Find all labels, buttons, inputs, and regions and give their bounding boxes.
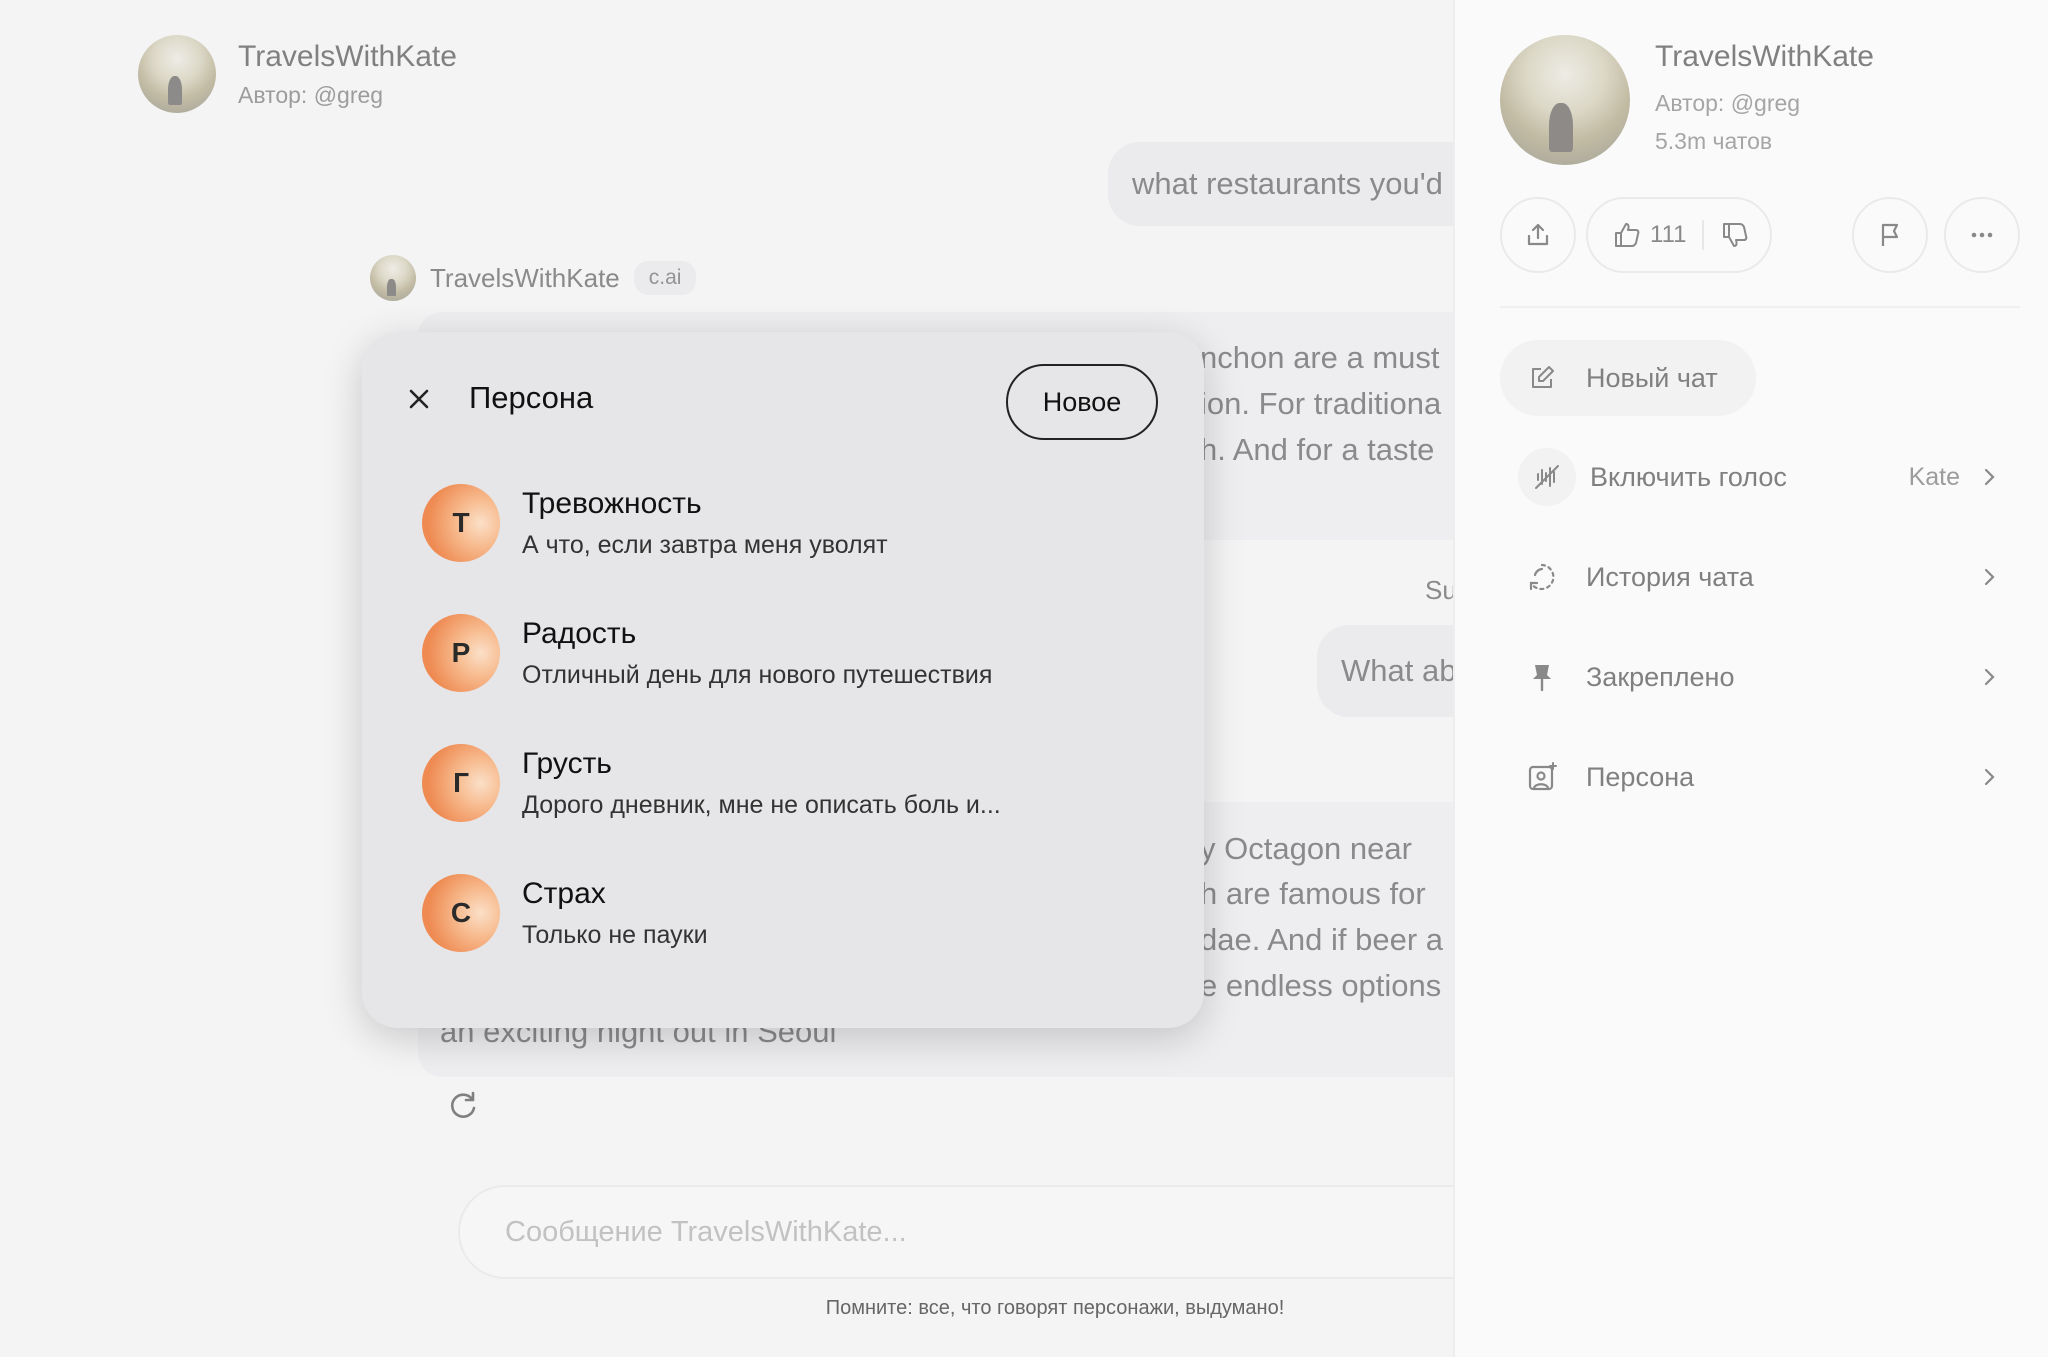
persona-menu-label: Персона — [1586, 761, 1695, 792]
close-icon[interactable] — [404, 384, 434, 414]
chat-area: TravelsWithKate Автор: @greg what restau… — [0, 0, 1453, 1357]
pinned-item[interactable]: Закреплено — [1500, 640, 2000, 714]
bot-message-header: TravelsWithKate c.ai — [370, 255, 697, 301]
persona-popup-title: Персона — [469, 380, 594, 415]
character-name[interactable]: TravelsWithKate — [238, 40, 457, 74]
rating-group: 111 — [1586, 197, 1772, 273]
bot-message-line: dae. And if beer a — [1200, 922, 1444, 957]
swipe-label: Su — [1425, 575, 1453, 605]
disclaimer: Помните: все, что говорят персонажи, выд… — [825, 1297, 1285, 1319]
character-sidebar: TravelsWithKate Автор: @greg 5.3m чатов … — [1453, 0, 2048, 1357]
persona-name: Страх — [522, 876, 606, 910]
chevron-right-icon — [1984, 668, 1995, 686]
more-options-button[interactable] — [1944, 197, 2020, 273]
regenerate-icon[interactable] — [448, 1090, 478, 1122]
bot-avatar — [370, 255, 416, 301]
chat-history-item[interactable]: История чата — [1500, 540, 2000, 614]
report-button[interactable] — [1852, 197, 1928, 273]
persona-avatar: Р — [422, 614, 500, 692]
voice-off-icon — [1535, 465, 1559, 489]
voice-value: Kate — [1908, 462, 1960, 491]
user-message-text: what restaurants you'd — [1132, 166, 1443, 201]
message-input-placeholder: Сообщение TravelsWithKate... — [505, 1215, 907, 1248]
sidebar-character-author[interactable]: Автор: @greg — [1655, 90, 1800, 117]
character-author: Автор: @greg — [238, 81, 384, 108]
user-message: What ab — [1317, 625, 1453, 717]
persona-name: Тревожность — [522, 486, 702, 520]
edit-icon — [1532, 366, 1554, 388]
new-persona-button[interactable]: Новое — [1006, 364, 1158, 440]
chevron-right-icon — [1984, 768, 1995, 786]
bot-message-line: h are famous for — [1200, 876, 1426, 911]
voice-toggle[interactable]: Включить голос Kate — [1500, 440, 2000, 514]
history-icon — [1529, 563, 1555, 591]
persona-item[interactable]: Г Грусть Дорого дневник, мне не описать … — [422, 733, 1142, 833]
persona-description: Отличный день для нового путешествия — [522, 660, 993, 689]
persona-name: Грусть — [522, 746, 612, 780]
pin-icon — [1533, 665, 1551, 692]
sidebar-character-avatar — [1500, 35, 1630, 165]
persona-item[interactable]: Т Тревожность А что, если завтра меня ув… — [422, 473, 1142, 573]
persona-name: Радость — [522, 616, 637, 650]
new-chat-label: Новый чат — [1586, 362, 1718, 393]
sidebar-divider — [1500, 306, 2020, 308]
thumbs-up-icon[interactable] — [1612, 220, 1642, 250]
bot-message-line: ion. For traditiona — [1200, 386, 1442, 421]
flag-icon — [1881, 223, 1899, 246]
bot-message-line: nchon are a must — [1200, 340, 1440, 375]
share-icon — [1527, 223, 1549, 246]
bot-name: TravelsWithKate — [430, 262, 620, 293]
chevron-right-icon — [1984, 468, 1995, 486]
persona-menu-item[interactable]: Персона — [1500, 740, 2000, 814]
sidebar-character-name: TravelsWithKate — [1655, 40, 1874, 73]
persona-popup: Персона Новое Т Тревожность А что, если … — [362, 332, 1204, 1028]
character-avatar[interactable] — [138, 35, 216, 113]
user-message-text: What ab — [1341, 653, 1453, 688]
chat-header: TravelsWithKate Автор: @greg — [138, 35, 457, 113]
persona-description: А что, если завтра меня уволят — [522, 530, 888, 559]
pinned-label: Закреплено — [1586, 661, 1735, 692]
persona-icon — [1528, 762, 1557, 791]
bot-message-line: h. And for a taste — [1200, 432, 1435, 467]
chevron-right-icon — [1984, 568, 1995, 586]
user-message: what restaurants you'd — [1108, 142, 1453, 226]
persona-avatar: Г — [422, 744, 500, 822]
persona-avatar: Т — [422, 484, 500, 562]
more-icon — [1971, 232, 1993, 238]
bot-message-line: e endless options — [1200, 968, 1442, 1003]
persona-description: Дорого дневник, мне не описать боль и... — [522, 790, 1001, 819]
voice-label: Включить голос — [1590, 461, 1787, 492]
bot-message-line: y Octagon near — [1200, 831, 1412, 866]
persona-item[interactable]: С Страх Только не пауки — [422, 863, 1142, 963]
chat-history-label: История чата — [1586, 561, 1754, 592]
like-count: 111 — [1650, 221, 1687, 248]
persona-description: Только не пауки — [522, 920, 708, 949]
rating-divider — [1702, 220, 1705, 250]
message-input[interactable]: Сообщение TravelsWithKate... — [458, 1185, 1453, 1279]
sidebar-chat-count: 5.3m чатов — [1655, 128, 1773, 154]
persona-item[interactable]: Р Радость Отличный день для нового путеш… — [422, 603, 1142, 703]
persona-avatar: С — [422, 874, 500, 952]
thumbs-down-icon[interactable] — [1720, 220, 1750, 250]
new-chat-button[interactable]: Новый чат — [1500, 340, 1756, 416]
share-button[interactable] — [1500, 197, 1576, 273]
bot-tag: c.ai — [633, 261, 697, 295]
